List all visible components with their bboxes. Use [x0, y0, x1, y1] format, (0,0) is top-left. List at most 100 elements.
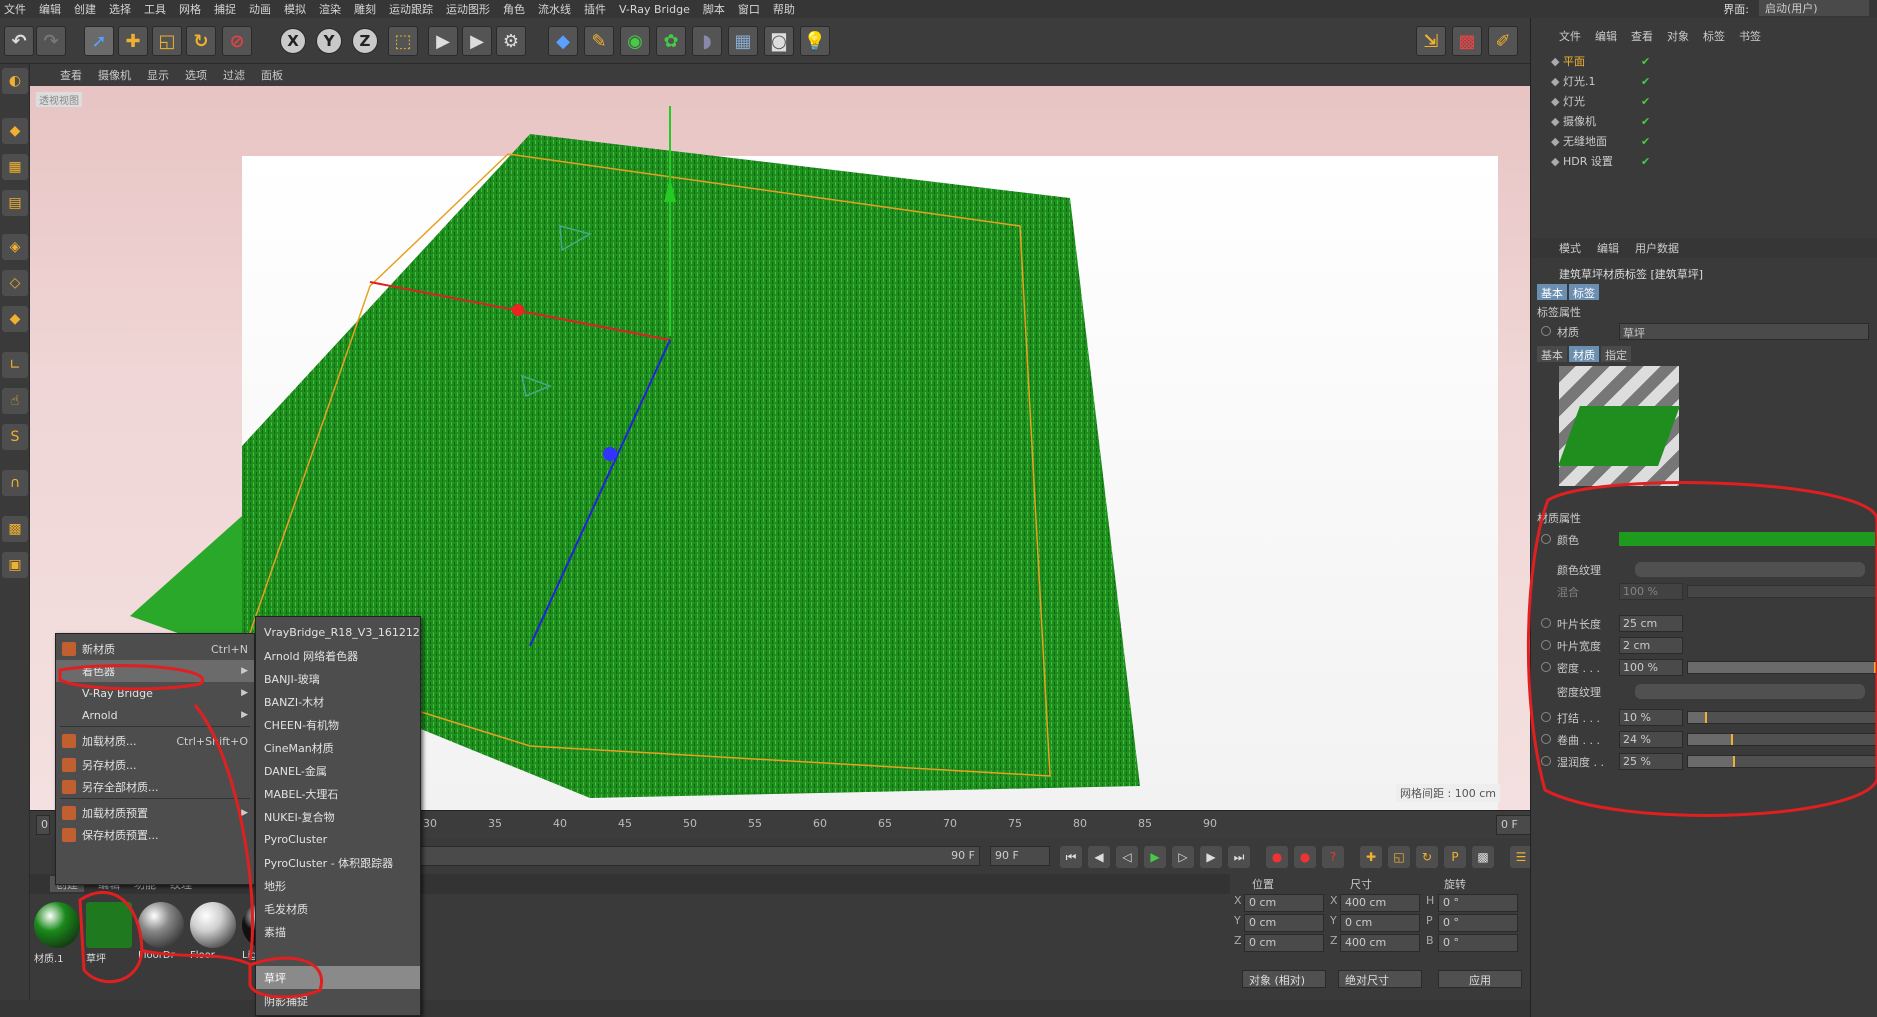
viewport-menu-1[interactable]: 摄像机: [98, 67, 131, 83]
rotation-field[interactable]: 0 °: [1438, 934, 1518, 952]
context-menu-item[interactable]: Arnold ▶: [56, 704, 254, 726]
attribute-menu-2[interactable]: 用户数据: [1635, 240, 1679, 256]
context-menu-item[interactable]: 加载材质预置 ▶: [56, 802, 254, 824]
object-row[interactable]: ◆ 摄像机 ✔: [1551, 112, 1871, 130]
context-menu-item[interactable]: 保存材质预置...: [56, 824, 254, 846]
brush-icon[interactable]: ✐: [1488, 26, 1518, 56]
menu-2[interactable]: 创建: [74, 1, 96, 17]
param-field[interactable]: 25 cm: [1619, 615, 1683, 632]
param-radio[interactable]: [1541, 618, 1551, 628]
shader-menu-item[interactable]: 草坪: [256, 966, 420, 989]
param-field[interactable]: 10 %: [1619, 709, 1683, 726]
prev-key-icon[interactable]: ◀: [1088, 846, 1110, 868]
shader-menu-item[interactable]: DANEL-金属: [256, 759, 420, 782]
live-select-icon[interactable]: ⊘: [222, 26, 252, 56]
next-key-icon[interactable]: ▶: [1200, 846, 1222, 868]
viewport-menu-0[interactable]: 查看: [60, 67, 82, 83]
xyz-world-icon[interactable]: ⇲: [1416, 26, 1446, 56]
go-to-start-icon[interactable]: ⏮: [1060, 846, 1082, 868]
record-icon[interactable]: ●: [1266, 846, 1288, 868]
edges-mode-icon[interactable]: ◇: [2, 270, 28, 296]
param-slider[interactable]: [1687, 755, 1877, 768]
attribute-menu-1[interactable]: 编辑: [1597, 240, 1619, 256]
subdivision-icon[interactable]: ◉: [620, 26, 650, 56]
object-menu-3[interactable]: 对象: [1667, 28, 1689, 44]
menu-15[interactable]: 插件: [584, 1, 606, 17]
snap-icon[interactable]: ▩: [1452, 26, 1482, 56]
menu-8[interactable]: 模拟: [284, 1, 306, 17]
shader-menu-item[interactable]: 阴影捕捉: [256, 989, 420, 1012]
shader-menu-item[interactable]: PyroCluster: [256, 828, 420, 851]
object-menu-0[interactable]: 文件: [1559, 28, 1581, 44]
render-view-icon[interactable]: ▶: [428, 26, 458, 56]
tab-assign[interactable]: 指定: [1601, 346, 1631, 362]
menu-1[interactable]: 编辑: [39, 1, 61, 17]
model-mode-icon[interactable]: ◆: [2, 118, 28, 144]
tab-basic[interactable]: 基本: [1537, 284, 1567, 300]
deformer-icon[interactable]: ◗: [692, 26, 722, 56]
color-texture-slot[interactable]: [1635, 562, 1865, 577]
tab-tag[interactable]: 标签: [1569, 284, 1599, 300]
shader-menu-item[interactable]: BANJI-玻璃: [256, 667, 420, 690]
menu-9[interactable]: 渲染: [319, 1, 341, 17]
polygons-mode-icon[interactable]: ◆: [2, 306, 28, 332]
shader-menu-item[interactable]: Arnold 网络着色器: [256, 644, 420, 667]
object-row[interactable]: ◆ 无缝地面 ✔: [1551, 132, 1871, 150]
rotation-field[interactable]: 0 °: [1438, 894, 1518, 912]
key-rotate-icon[interactable]: ↻: [1416, 846, 1438, 868]
render-settings-icon[interactable]: ⚙: [496, 26, 526, 56]
object-menu-1[interactable]: 编辑: [1595, 28, 1617, 44]
axis-mode-icon[interactable]: ∟: [2, 352, 28, 378]
redo-icon[interactable]: ↷: [36, 26, 66, 56]
menu-13[interactable]: 角色: [503, 1, 525, 17]
material-swatch[interactable]: FloorDr: [138, 902, 186, 966]
undo-icon[interactable]: ↶: [4, 26, 34, 56]
apply-button[interactable]: 应用: [1438, 970, 1522, 988]
viewport-menu-2[interactable]: 显示: [147, 67, 169, 83]
menu-17[interactable]: 脚本: [703, 1, 725, 17]
visibility-checkmark-icon[interactable]: ✔: [1641, 95, 1650, 108]
visibility-checkmark-icon[interactable]: ✔: [1641, 135, 1650, 148]
menu-11[interactable]: 运动跟踪: [389, 1, 433, 17]
select-tool-icon[interactable]: ➚: [84, 26, 114, 56]
material-swatch[interactable]: 材质.1: [34, 902, 82, 966]
end-frame-field[interactable]: 90 F: [990, 846, 1050, 866]
color-swatch[interactable]: [1619, 532, 1875, 546]
tab-material[interactable]: 材质: [1569, 346, 1599, 362]
visibility-checkmark-icon[interactable]: ✔: [1641, 55, 1650, 68]
rotate-tool-icon[interactable]: ↻: [186, 26, 216, 56]
key-move-icon[interactable]: ✚: [1360, 846, 1382, 868]
key-scale-icon[interactable]: ◱: [1388, 846, 1410, 868]
workplane-icon[interactable]: ▤: [2, 190, 28, 216]
menu-10[interactable]: 雕刻: [354, 1, 376, 17]
param-radio[interactable]: [1541, 756, 1551, 766]
snapping-icon[interactable]: ∩: [2, 470, 28, 496]
cube-icon[interactable]: ◆: [548, 26, 578, 56]
context-menu-item[interactable]: 另存材质...: [56, 754, 254, 776]
grid-snap-icon[interactable]: ▩: [2, 516, 28, 542]
key-pla-icon[interactable]: ▩: [1472, 846, 1494, 868]
visibility-checkmark-icon[interactable]: ✔: [1641, 75, 1650, 88]
size-mode-select[interactable]: 绝对尺寸: [1338, 970, 1422, 988]
layout-select[interactable]: 启动(用户): [1759, 0, 1869, 16]
object-row[interactable]: ◆ 灯光 ✔: [1551, 92, 1871, 110]
mix-field[interactable]: 100 %: [1619, 583, 1683, 600]
tweak-mode-icon[interactable]: ☝: [2, 388, 28, 414]
material-radio[interactable]: [1541, 326, 1551, 336]
shader-menu-item[interactable]: 地形: [256, 874, 420, 897]
camera-icon[interactable]: ◙: [764, 26, 794, 56]
viewport-menu-4[interactable]: 过滤: [223, 67, 245, 83]
menu-7[interactable]: 动画: [249, 1, 271, 17]
context-menu-item[interactable]: 着色器 ▶: [56, 660, 254, 682]
shader-menu-item[interactable]: MABEL-大理石: [256, 782, 420, 805]
menu-6[interactable]: 捕捉: [214, 1, 236, 17]
context-menu-item[interactable]: 加载材质... Ctrl+Shift+O: [56, 730, 254, 752]
viewport-menu-5[interactable]: 面板: [261, 67, 283, 83]
shader-menu-item[interactable]: PyroCluster - 体积跟踪器: [256, 851, 420, 874]
help-icon[interactable]: ?: [1322, 846, 1344, 868]
material-swatch[interactable]: Floor: [190, 902, 238, 966]
menu-5[interactable]: 网格: [179, 1, 201, 17]
param-field[interactable]: 2 cm: [1619, 637, 1683, 654]
cloner-icon[interactable]: ✿: [656, 26, 686, 56]
menu-12[interactable]: 运动图形: [446, 1, 490, 17]
